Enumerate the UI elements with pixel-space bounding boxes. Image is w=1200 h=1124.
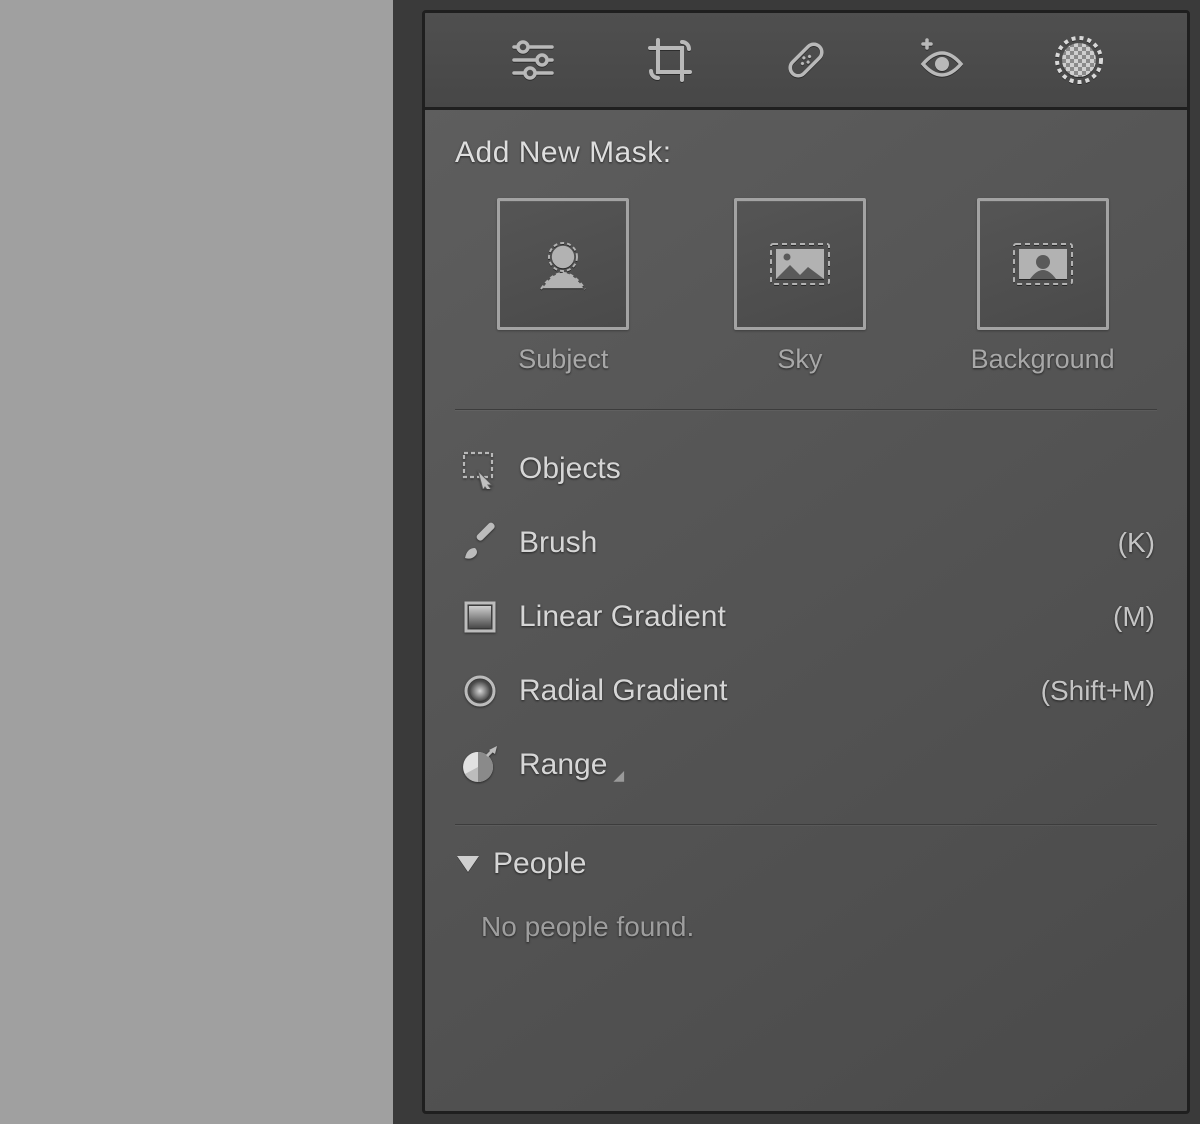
mask-sky-label: Sky	[777, 344, 822, 375]
mask-linear-shortcut: (M)	[1113, 601, 1155, 633]
submenu-indicator-icon: ◢	[613, 767, 624, 784]
mask-radial-shortcut: (Shift+M)	[1041, 675, 1155, 707]
masking-tool-button[interactable]	[1050, 31, 1108, 89]
people-empty-message: No people found.	[455, 887, 1157, 943]
divider	[455, 409, 1157, 410]
mask-subject-label: Subject	[518, 344, 608, 375]
crop-tool-button[interactable]	[641, 31, 699, 89]
heal-tool-button[interactable]	[777, 31, 835, 89]
range-icon	[459, 744, 501, 786]
mask-objects-button[interactable]: Objects	[455, 432, 1157, 506]
background-icon	[1008, 238, 1078, 290]
mask-brush-label: Brush	[519, 526, 597, 560]
redeye-tool-button[interactable]	[913, 31, 971, 89]
develop-toolstrip	[425, 13, 1187, 110]
people-header-label: People	[493, 847, 586, 881]
mask-range-label: Range	[519, 748, 607, 782]
objects-icon	[460, 449, 500, 489]
mask-background-label: Background	[971, 344, 1115, 375]
quick-mask-buttons: Subject Sky	[455, 198, 1157, 375]
add-new-mask-heading: Add New Mask:	[455, 136, 1157, 170]
crop-icon	[646, 36, 694, 84]
mask-sky-button[interactable]: Sky	[734, 198, 866, 375]
mask-objects-label: Objects	[519, 452, 621, 486]
image-canvas-area	[0, 0, 393, 1124]
sliders-icon	[510, 39, 556, 81]
subject-icon	[531, 235, 595, 293]
mask-circle-icon	[1054, 35, 1104, 85]
bandage-icon	[781, 35, 831, 85]
masking-content: Add New Mask:	[425, 110, 1187, 1111]
mask-linear-label: Linear Gradient	[519, 600, 726, 634]
mask-tool-list: Objects Brush (K)	[455, 432, 1157, 802]
mask-subject-button[interactable]: Subject	[497, 198, 629, 375]
radial-gradient-icon	[462, 673, 498, 709]
panel-gutter	[393, 0, 418, 1124]
mask-background-button[interactable]: Background	[971, 198, 1115, 375]
mask-radial-label: Radial Gradient	[519, 674, 727, 708]
mask-range-button[interactable]: Range ◢	[455, 728, 1157, 802]
mask-brush-button[interactable]: Brush (K)	[455, 506, 1157, 580]
eye-plus-icon	[915, 38, 969, 82]
disclosure-triangle-icon	[457, 856, 479, 872]
right-panel-container: Add New Mask:	[418, 0, 1200, 1124]
linear-gradient-icon	[462, 599, 498, 635]
brush-icon	[459, 522, 501, 564]
divider	[455, 824, 1157, 825]
mask-radial-gradient-button[interactable]: Radial Gradient (Shift+M)	[455, 654, 1157, 728]
sky-icon	[765, 238, 835, 290]
mask-brush-shortcut: (K)	[1118, 527, 1155, 559]
edit-tool-button[interactable]	[504, 31, 562, 89]
mask-linear-gradient-button[interactable]: Linear Gradient (M)	[455, 580, 1157, 654]
masking-panel: Add New Mask:	[422, 10, 1190, 1114]
people-section-toggle[interactable]: People	[455, 837, 1157, 887]
